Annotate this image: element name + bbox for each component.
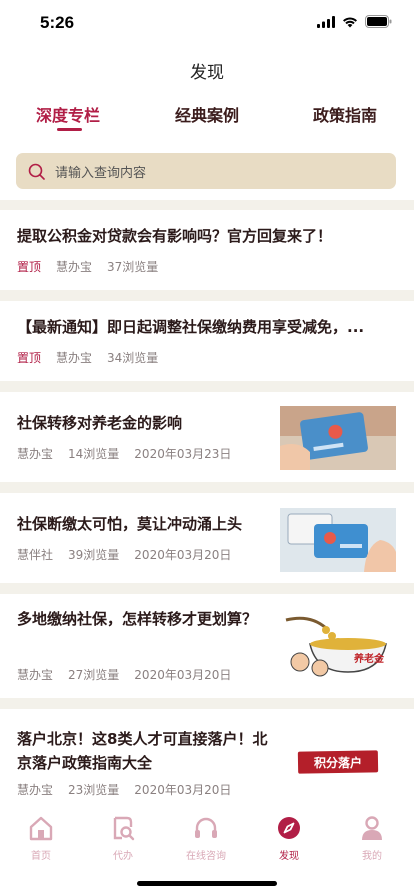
social-security-card-image [280,508,396,572]
article-title: 社保转移对养老金的影响 [17,414,183,432]
tabbar-mine[interactable]: 我的 [342,815,402,862]
article-meta: 置顶 慧办宝 37浏览量 [17,258,158,275]
article-meta: 慧伴社 39浏览量 2020年03月20日 [17,546,231,563]
status-icons [317,15,392,28]
article-date: 2020年03月23日 [134,447,232,461]
article-card[interactable]: 【最新通知】即日起调整社保缴纳费用享受减免，... 置顶 慧办宝 34浏览量 [0,301,414,381]
headset-icon [195,817,217,838]
article-views: 27浏览量 [68,668,120,682]
tabbar-agency[interactable]: 代办 [93,815,153,862]
pension-cartoon-image: 养老金 [280,610,396,680]
status-bar: 5:26 [0,0,414,46]
tabbar-label: 代办 [113,851,133,862]
article-source: 慧办宝 [17,783,54,797]
tabbar-label: 我的 [362,851,382,862]
article-card[interactable]: 多地缴纳社保，怎样转移才更划算？ 慧办宝 27浏览量 2020年03月20日 养… [0,594,414,698]
article-views: 37浏览量 [107,260,159,274]
article-title: 【最新通知】即日起调整社保缴纳费用享受减免，... [17,318,365,336]
tabbar-consult[interactable]: 在线咨询 [176,815,236,862]
thumb-text: 养老金 [353,652,385,665]
tabbar-label: 首页 [31,851,51,862]
article-title: 提取公积金对贷款会有影响吗？官方回复来了！ [17,227,333,245]
article-title: 社保断缴太可怕，莫让冲动涌上头 [17,515,243,533]
tabbar-discover[interactable]: 发现 [259,815,319,862]
stamp-image: 积分落户 [280,747,396,777]
wifi-icon [343,17,357,27]
article-meta: 慧办宝 14浏览量 2020年03月23日 [17,445,231,462]
pinned-badge: 置顶 [17,260,42,274]
article-title: 落户北京！这8类人才可直接落户！北京落户政策指南大全 [17,730,268,772]
tabbar-label: 在线咨询 [186,851,226,862]
article-date: 2020年03月20日 [134,668,232,682]
battery-icon [365,15,392,28]
search-doc-icon [113,816,135,841]
tabbar-label: 发现 [279,851,299,862]
tabbar-home[interactable]: 首页 [11,815,71,862]
home-icon [29,816,53,841]
active-tab-indicator [57,128,82,131]
search-input[interactable]: 请输入查询内容 [16,153,396,189]
header: 发现 深度专栏 经典案例 政策指南 请输入查询内容 [0,46,414,200]
compass-icon [278,817,300,839]
thumb-text: 积分落户 [314,755,362,770]
article-card[interactable]: 落户北京！这8类人才可直接落户！北京落户政策指南大全 慧办宝 23浏览量 202… [0,709,414,807]
home-indicator [137,881,277,886]
page-title: 发现 [190,63,224,83]
article-meta: 置顶 慧办宝 34浏览量 [17,349,158,366]
article-card[interactable]: 社保断缴太可怕，莫让冲动涌上头 慧伴社 39浏览量 2020年03月20日 [0,493,414,583]
article-meta: 慧办宝 23浏览量 2020年03月20日 [17,781,231,798]
article-views: 14浏览量 [68,447,120,461]
article-title: 多地缴纳社保，怎样转移才更划算？ [17,610,258,628]
article-meta: 慧办宝 27浏览量 2020年03月20日 [17,666,231,683]
article-date: 2020年03月20日 [134,783,232,797]
article-source: 慧办宝 [17,447,54,461]
article-source: 慧伴社 [17,548,54,562]
search-placeholder: 请输入查询内容 [55,165,147,181]
user-icon [362,816,382,840]
article-views: 34浏览量 [107,351,159,365]
article-card[interactable]: 提取公积金对贷款会有影响吗？官方回复来了！ 置顶 慧办宝 37浏览量 [0,210,414,290]
tab-policy-guide[interactable]: 政策指南 [313,102,377,126]
article-source: 慧办宝 [56,351,93,365]
article-card[interactable]: 社保转移对养老金的影响 慧办宝 14浏览量 2020年03月23日 [0,392,414,482]
article-views: 39浏览量 [68,548,120,562]
pinned-badge: 置顶 [17,351,42,365]
article-date: 2020年03月20日 [134,548,232,562]
cellular-signal-icon [317,15,335,28]
tab-deep-column[interactable]: 深度专栏 [36,102,100,126]
article-source: 慧办宝 [56,260,93,274]
search-icon [28,163,45,180]
status-time: 5:26 [40,13,75,32]
article-source: 慧办宝 [17,668,54,682]
article-views: 23浏览量 [68,783,120,797]
tab-classic-cases[interactable]: 经典案例 [175,102,239,126]
social-security-card-image [280,406,396,470]
